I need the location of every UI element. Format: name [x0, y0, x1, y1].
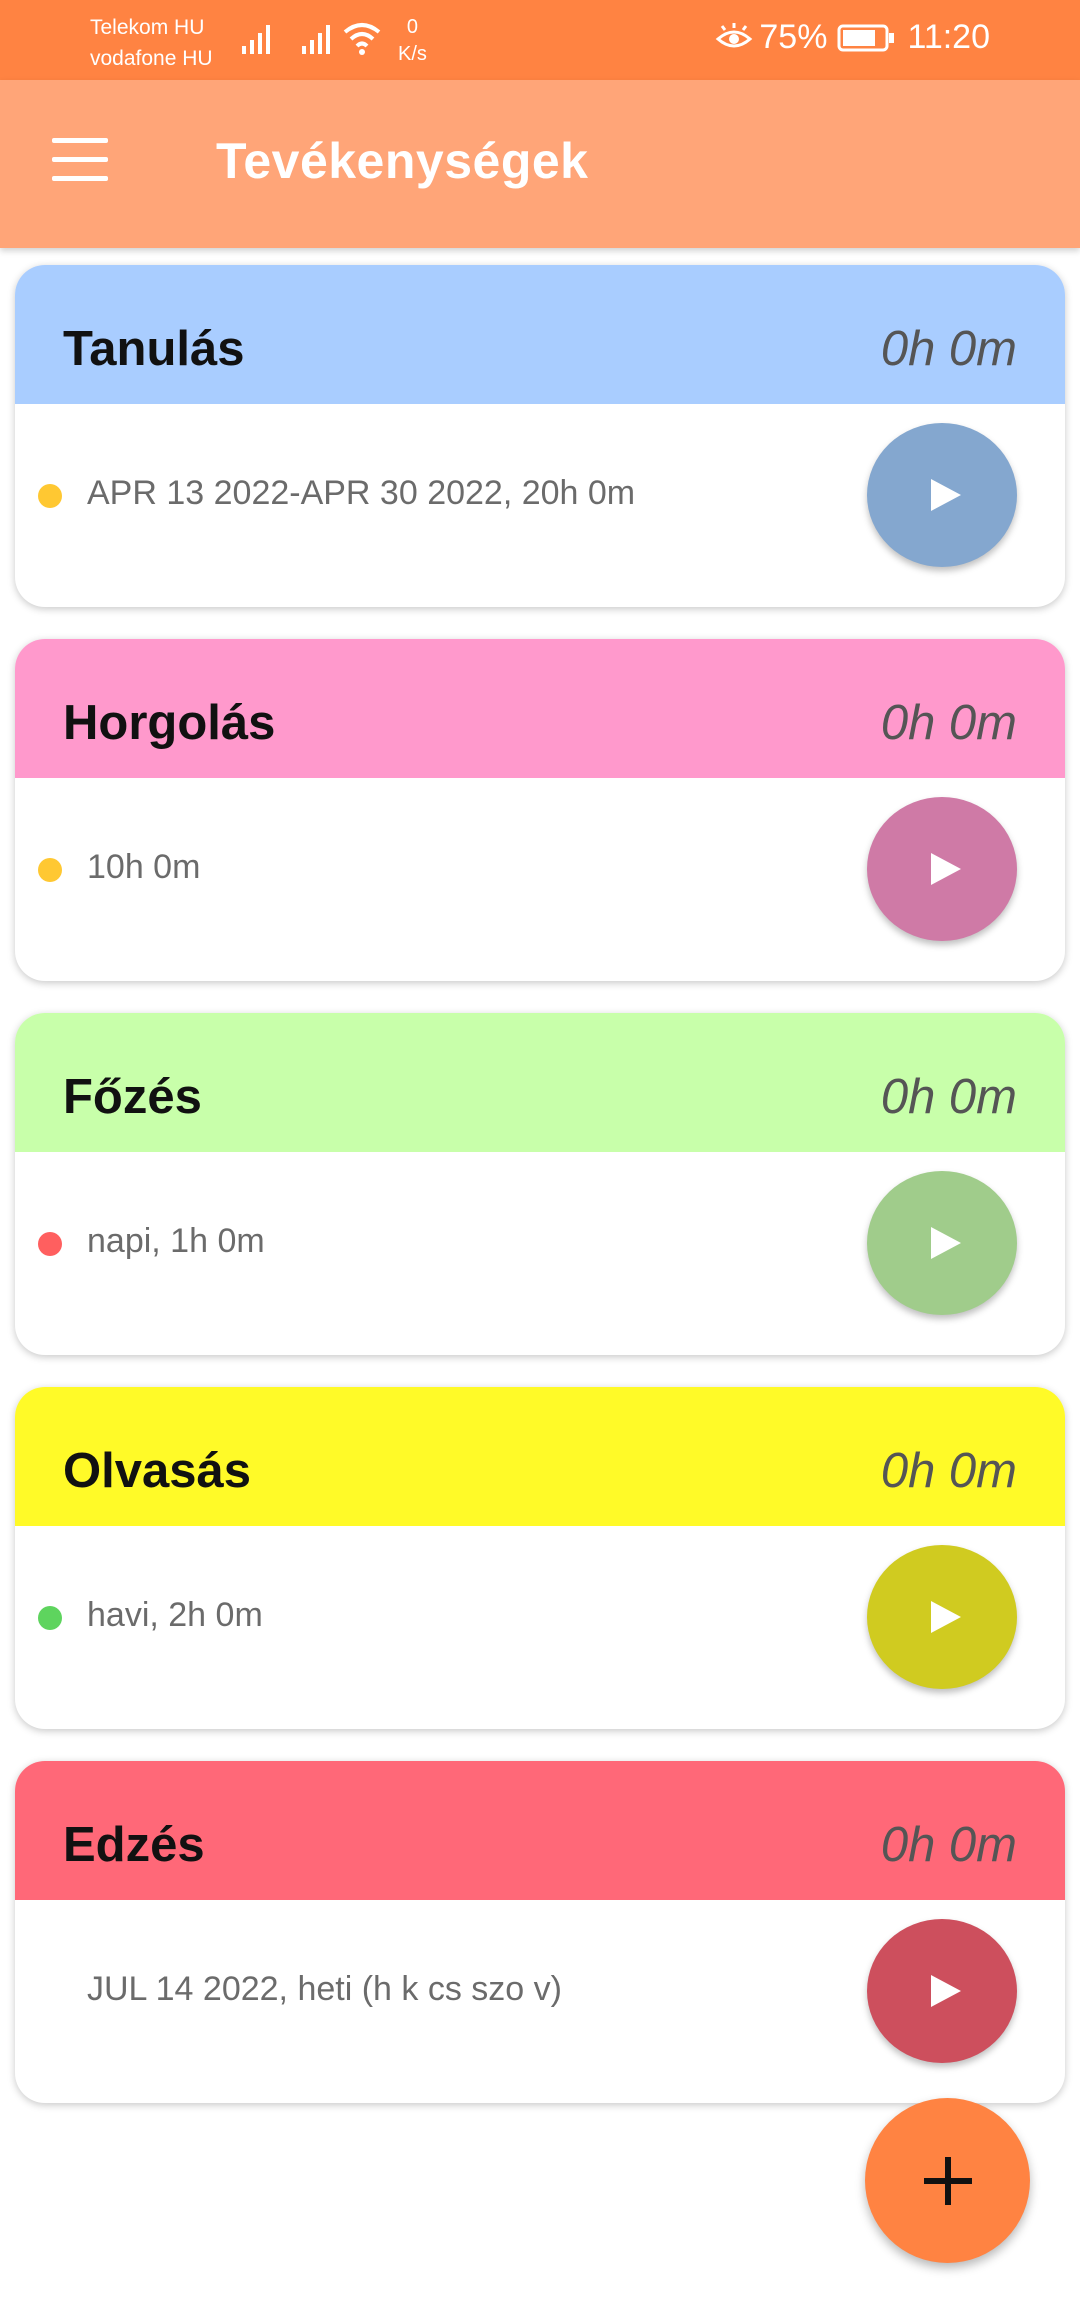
network-speed: 0 K/s: [398, 14, 427, 68]
app-bar: Tevékenységek: [0, 80, 1080, 248]
activity-card-body: 10h 0m: [15, 778, 1065, 981]
play-icon: [931, 1227, 961, 1259]
status-dot: [38, 858, 62, 882]
play-button[interactable]: [867, 797, 1017, 941]
activity-card-header: Tanulás 0h 0m: [15, 265, 1065, 404]
eye-comfort-icon: [716, 22, 753, 47]
play-button[interactable]: [867, 1171, 1017, 1315]
clock: 11:20: [907, 18, 990, 56]
activity-detail: havi, 2h 0m: [87, 1596, 263, 1634]
play-button[interactable]: [867, 1919, 1017, 2063]
activity-time: 0h 0m: [880, 1070, 1017, 1124]
play-icon: [931, 479, 961, 511]
status-bar: Telekom HU vodafone HU 0 K/s 75% 11:20: [0, 0, 1080, 80]
status-right: 75% 11:20: [715, 18, 990, 57]
speed-value: 0: [406, 16, 419, 38]
activity-card-header: Főzés 0h 0m: [15, 1013, 1065, 1152]
menu-icon[interactable]: [52, 138, 112, 186]
activity-name: Olvasás: [63, 1444, 251, 1498]
carrier-1: Telekom HU: [90, 16, 205, 39]
activity-card-body: JUL 14 2022, heti (h k cs szo v): [15, 1900, 1065, 2103]
status-dot: [38, 1232, 62, 1256]
activity-name: Horgolás: [63, 696, 276, 750]
activity-list: Tanulás 0h 0m APR 13 2022-APR 30 2022, 2…: [15, 265, 1065, 2135]
play-button[interactable]: [867, 1545, 1017, 1689]
activity-detail: JUL 14 2022, heti (h k cs szo v): [87, 1970, 562, 2008]
wifi-icon: [343, 23, 381, 55]
activity-name: Főzés: [63, 1070, 202, 1124]
plus-icon: [923, 2156, 972, 2205]
activity-card[interactable]: Olvasás 0h 0m havi, 2h 0m: [15, 1387, 1065, 1729]
battery-percent: 75%: [759, 18, 828, 56]
activity-name: Tanulás: [63, 322, 245, 376]
activity-card[interactable]: Horgolás 0h 0m 10h 0m: [15, 639, 1065, 981]
page-title: Tevékenységek: [216, 133, 589, 189]
activity-card-header: Horgolás 0h 0m: [15, 639, 1065, 778]
activity-card[interactable]: Edzés 0h 0m JUL 14 2022, heti (h k cs sz…: [15, 1761, 1065, 2103]
carrier-2: vodafone HU: [90, 47, 213, 70]
carrier-names: Telekom HU vodafone HU: [90, 12, 213, 74]
activity-card-header: Olvasás 0h 0m: [15, 1387, 1065, 1526]
status-dot: [38, 484, 62, 508]
activity-card[interactable]: Tanulás 0h 0m APR 13 2022-APR 30 2022, 2…: [15, 265, 1065, 607]
activity-time: 0h 0m: [880, 322, 1017, 376]
activity-card-body: APR 13 2022-APR 30 2022, 20h 0m: [15, 404, 1065, 607]
play-icon: [931, 853, 961, 885]
activity-time: 0h 0m: [880, 1444, 1017, 1498]
add-activity-button[interactable]: [865, 2098, 1030, 2263]
activity-detail: APR 13 2022-APR 30 2022, 20h 0m: [87, 474, 636, 512]
play-button[interactable]: [867, 423, 1017, 567]
play-icon: [931, 1601, 961, 1633]
battery-icon: [837, 24, 895, 51]
activity-card-header: Edzés 0h 0m: [15, 1761, 1065, 1900]
play-icon: [931, 1975, 961, 2007]
activity-card-body: havi, 2h 0m: [15, 1526, 1065, 1729]
activity-detail: 10h 0m: [87, 848, 201, 886]
activity-time: 0h 0m: [880, 696, 1017, 750]
activity-time: 0h 0m: [880, 1818, 1017, 1872]
activity-detail: napi, 1h 0m: [87, 1222, 265, 1260]
activity-card-body: napi, 1h 0m: [15, 1152, 1065, 1355]
signal-icon: [242, 25, 270, 54]
status-dot: [38, 1606, 62, 1630]
signal-icon-2: [302, 25, 330, 54]
activity-card[interactable]: Főzés 0h 0m napi, 1h 0m: [15, 1013, 1065, 1355]
activity-name: Edzés: [63, 1818, 205, 1872]
speed-unit: K/s: [398, 43, 427, 65]
